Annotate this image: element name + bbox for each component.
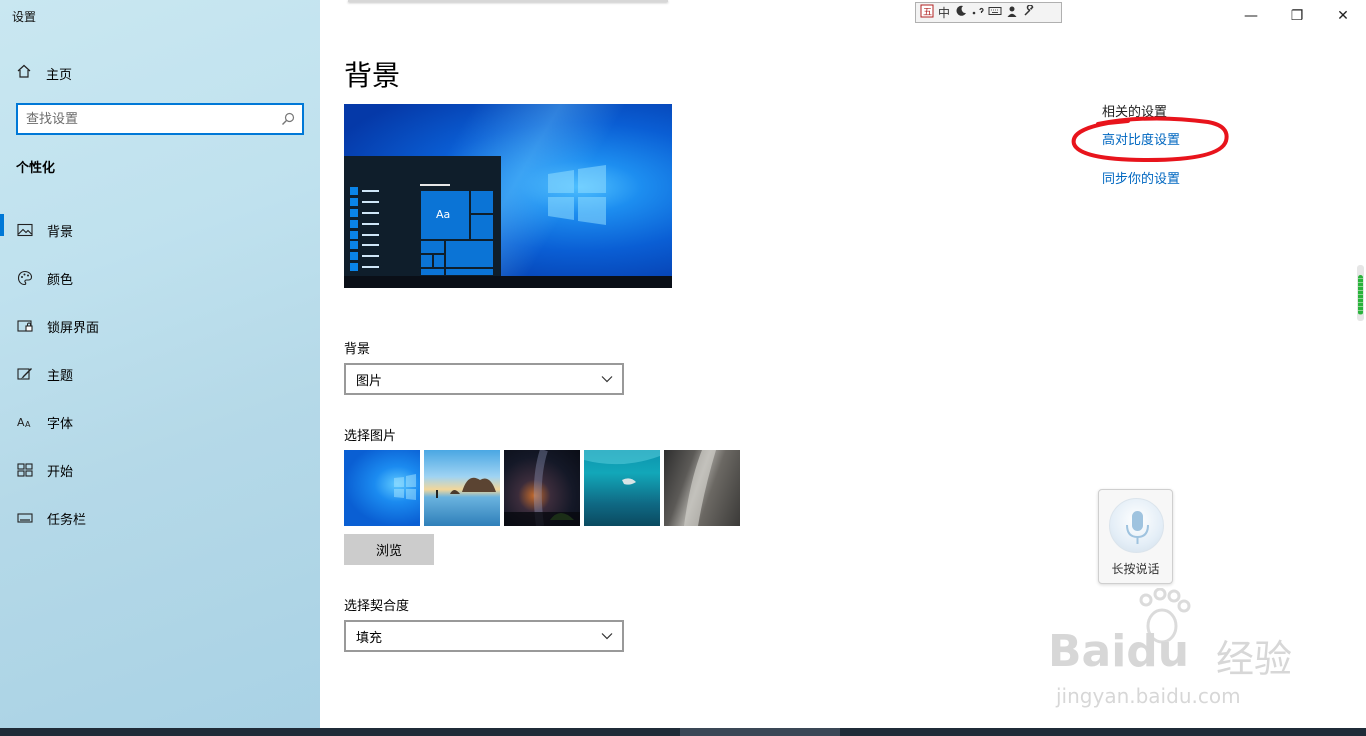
nav-home-label: 主页 [46,67,73,83]
svg-text:A: A [25,420,31,429]
keyboard-icon[interactable] [988,5,1002,20]
os-taskbar [0,728,1366,736]
window-controls: — ❐ ✕ [1228,0,1366,32]
background-label: 背景 [344,342,371,357]
section-title: 个性化 [16,161,56,176]
fit-dropdown[interactable]: 填充 [344,620,624,652]
close-button[interactable]: ✕ [1320,0,1366,32]
picture-thumbnail[interactable] [424,450,500,526]
preview-taskbar [344,276,672,288]
svg-text:五: 五 [923,8,932,18]
font-icon: AA [17,414,33,430]
sidebar-item-label: 主题 [47,368,74,384]
preview-start-menu: Aa [344,156,501,276]
picture-thumbnail[interactable] [664,450,740,526]
windows-logo [548,165,606,225]
picture-thumbnail[interactable] [344,450,420,526]
picture-thumbnails [344,450,740,526]
sync-settings-link[interactable]: 同步你的设置 [1102,168,1180,187]
restore-button[interactable]: ❐ [1274,0,1320,32]
baidu-watermark: Baidu 经验 jingyan.baidu.com [1046,587,1296,708]
sidebar-item-label: 背景 [47,224,74,240]
preview-start-list [350,186,379,272]
minimize-button[interactable]: — [1228,0,1274,32]
home-icon [16,63,32,83]
theme-icon [17,366,33,382]
picture-thumbnail[interactable] [584,450,660,526]
sidebar-item-colors[interactable]: 颜色 [0,254,320,302]
picture-icon [17,222,33,238]
microphone-icon[interactable] [1109,498,1164,553]
voice-input-widget[interactable]: 长按说话 [1098,489,1173,584]
main-content: 五 中 — ❐ ✕ 背景 Aa 背景 图片 选择图片 浏览 选择契合度 填充 相… [320,0,1366,728]
wrench-icon[interactable] [1022,4,1036,20]
chevron-down-icon [600,372,614,390]
search-icon[interactable] [280,111,296,127]
preview-tile-text: Aa [436,208,451,221]
background-dropdown-value: 图片 [356,373,383,389]
sidebar: 设置 主页 个性化 背景 颜色 锁屏界面 [0,0,320,728]
lockscreen-icon [17,318,33,334]
sidebar-item-themes[interactable]: 主题 [0,350,320,398]
picture-thumbnail[interactable] [504,450,580,526]
page-title: 背景 [344,59,401,92]
sidebar-item-label: 字体 [47,416,74,432]
window-edge [348,0,668,2]
watermark-url: jingyan.baidu.com [1056,684,1241,708]
watermark-cn: 经验 [1216,637,1293,681]
sidebar-item-label: 锁屏界面 [47,320,100,336]
scrollbar-thumb[interactable] [1358,275,1363,315]
moon-icon[interactable] [954,5,968,20]
fit-label: 选择契合度 [344,599,410,614]
scrollbar[interactable] [1357,265,1364,321]
palette-icon [17,270,33,286]
start-icon [17,462,33,478]
sidebar-item-taskbar[interactable]: 任务栏 [0,494,320,542]
ime-mode-toggle[interactable]: 中 [937,4,951,21]
sidebar-item-background[interactable]: 背景 [0,206,320,254]
app-title: 设置 [12,10,37,24]
choose-picture-label: 选择图片 [344,429,397,444]
watermark-brand: Baidu [1048,626,1190,677]
ime-logo-icon[interactable]: 五 [920,4,934,21]
sidebar-item-label: 开始 [47,464,74,480]
nav-home[interactable]: 主页 [16,62,72,84]
taskbar-icon [17,510,33,526]
punctuation-icon[interactable] [971,5,985,20]
sidebar-item-fonts[interactable]: AA 字体 [0,398,320,446]
background-dropdown[interactable]: 图片 [344,363,624,395]
fit-dropdown-value: 填充 [356,630,383,646]
sidebar-item-lockscreen[interactable]: 锁屏界面 [0,302,320,350]
sidebar-item-start[interactable]: 开始 [0,446,320,494]
red-circle-annotation [1071,116,1229,163]
search-input[interactable] [26,109,276,129]
sidebar-item-label: 任务栏 [47,512,87,528]
voice-caption: 长按说话 [1111,562,1160,576]
search-box[interactable] [16,103,304,135]
sidebar-item-label: 颜色 [47,272,74,288]
user-icon[interactable] [1005,5,1019,20]
chevron-down-icon [600,629,614,647]
background-preview: Aa [344,104,672,288]
browse-button[interactable]: 浏览 [344,534,434,565]
taskbar-active-segment[interactable] [680,728,840,736]
nav-list: 背景 颜色 锁屏界面 主题 AA 字体 开始 任务栏 [0,206,320,542]
ime-toolbar[interactable]: 五 中 [915,2,1062,23]
svg-text:A: A [17,416,25,429]
